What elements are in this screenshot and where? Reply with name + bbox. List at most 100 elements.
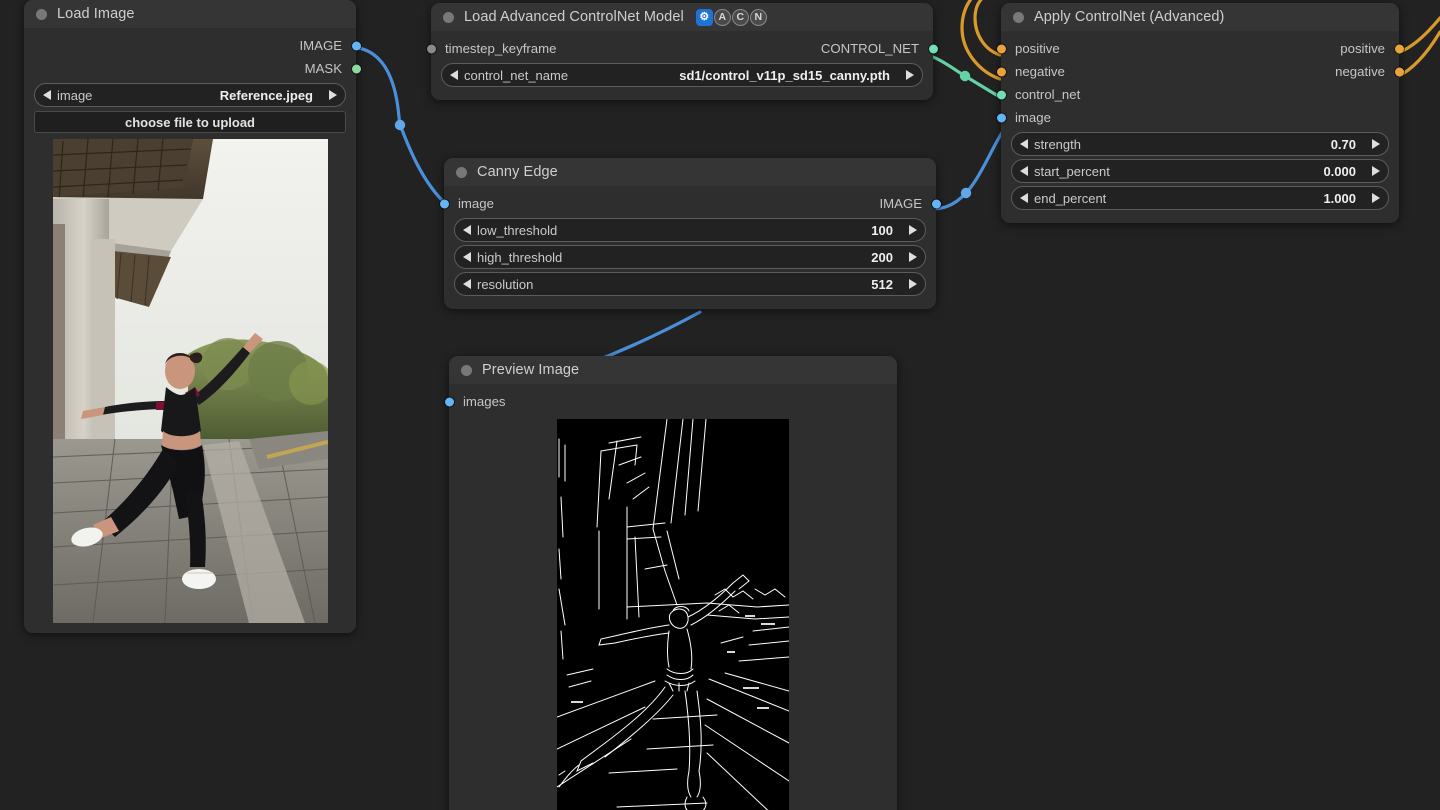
slot-label: CONTROL_NET [820, 41, 919, 56]
chevron-left-icon[interactable] [1020, 139, 1028, 149]
chevron-right-icon[interactable] [1372, 166, 1380, 176]
slot-row-image[interactable]: image [996, 106, 1399, 129]
collapse-icon[interactable] [456, 166, 467, 178]
slot-row-timestep-controlnet[interactable]: timestep_keyframe CONTROL_NET [426, 37, 938, 60]
widget-strength[interactable]: strength 0.70 [1011, 132, 1389, 156]
widget-value: sd1/control_v11p_sd15_canny.pth [679, 67, 890, 83]
slot-dot-control-net-in[interactable] [996, 90, 1006, 99]
widget-end-percent[interactable]: end_percent 1.000 [1011, 186, 1389, 210]
widget-label: high_threshold [477, 249, 563, 265]
node-canny-edge[interactable]: Canny Edge image IMAGE low_threshold 100… [439, 158, 941, 309]
slot-dot-image-in[interactable] [996, 113, 1006, 122]
widget-high-threshold[interactable]: high_threshold 200 [454, 245, 926, 269]
slot-dot-image-in[interactable] [439, 199, 449, 208]
widget-label: low_threshold [477, 222, 558, 238]
node-header[interactable]: Preview Image [449, 356, 897, 384]
slot-label: positive [1015, 41, 1060, 56]
wire-midpoint-dot [960, 187, 972, 199]
node-apply-controlnet-advanced[interactable]: Apply ControlNet (Advanced) positive pos… [996, 3, 1404, 223]
badge-c-icon: C [731, 8, 749, 26]
chevron-right-icon[interactable] [909, 225, 917, 235]
collapse-icon[interactable] [36, 8, 47, 20]
node-preview-image[interactable]: Preview Image images [444, 356, 897, 810]
chevron-right-icon[interactable] [1372, 193, 1380, 203]
widget-label: end_percent [1034, 190, 1107, 206]
widget-value: 0.000 [1323, 163, 1356, 179]
slot-row-negative[interactable]: negative negative [996, 60, 1404, 83]
node-body: IMAGE MASK image Reference.jpeg choose f… [24, 28, 361, 633]
acn-logo-icon: ⚙ [695, 8, 713, 26]
chevron-right-icon[interactable] [329, 90, 337, 100]
slot-dot-negative-out[interactable] [1394, 67, 1404, 76]
slot-dot-control-net[interactable] [928, 44, 938, 53]
slot-label: image [1015, 110, 1051, 125]
slot-label: images [463, 394, 506, 409]
widget-image-combo[interactable]: image Reference.jpeg [34, 83, 346, 107]
node-header[interactable]: Load Image [24, 0, 356, 28]
slot-label: IMAGE [299, 38, 343, 53]
slot-label: positive [1340, 41, 1385, 56]
node-title: Load Image [57, 6, 135, 22]
chevron-right-icon[interactable] [906, 70, 914, 80]
node-title: Canny Edge [477, 164, 558, 180]
slot-dot-image[interactable] [351, 41, 361, 50]
slot-dot-images-in[interactable] [444, 397, 454, 406]
slot-row-control-net[interactable]: control_net [996, 83, 1399, 106]
wire-negative-in [960, 0, 1002, 81]
image-preview-dancer[interactable] [52, 139, 328, 623]
chevron-left-icon[interactable] [43, 90, 51, 100]
slot-label: IMAGE [879, 196, 923, 211]
slot-label: negative [1015, 64, 1065, 79]
slot-dot-image-out[interactable] [931, 199, 941, 208]
node-load-image[interactable]: Load Image IMAGE MASK image Reference.jp… [24, 0, 361, 633]
node-header[interactable]: Apply ControlNet (Advanced) [1001, 3, 1399, 31]
widget-label: control_net_name [464, 67, 569, 83]
choose-file-to-upload-button[interactable]: choose file to upload [34, 111, 346, 133]
slot-dot-mask[interactable] [351, 64, 361, 73]
output-slot-image[interactable]: IMAGE [24, 34, 361, 57]
node-title: Preview Image [482, 362, 580, 378]
widget-label: strength [1034, 136, 1081, 152]
slot-dot-positive-out[interactable] [1394, 44, 1404, 53]
slot-label: image [458, 196, 494, 211]
slot-row-images[interactable]: images [444, 390, 897, 413]
widget-start-percent[interactable]: start_percent 0.000 [1011, 159, 1389, 183]
widget-label: resolution [477, 276, 534, 292]
slot-label: timestep_keyframe [445, 41, 557, 56]
collapse-icon[interactable] [461, 364, 472, 376]
chevron-left-icon[interactable] [463, 225, 471, 235]
chevron-right-icon[interactable] [909, 252, 917, 262]
chevron-left-icon[interactable] [450, 70, 458, 80]
wire-midpoint-dot [394, 119, 406, 131]
chevron-right-icon[interactable] [909, 279, 917, 289]
slot-row-canny-io[interactable]: image IMAGE [439, 192, 941, 215]
node-body: image IMAGE low_threshold 100 high_thres… [439, 186, 941, 309]
slot-row-positive[interactable]: positive positive [996, 37, 1404, 60]
node-graph-canvas[interactable]: Load Image IMAGE MASK image Reference.jp… [0, 0, 1440, 810]
badge-n-icon: N [749, 8, 767, 26]
output-slot-mask[interactable]: MASK [24, 57, 361, 80]
chevron-left-icon[interactable] [1020, 166, 1028, 176]
slot-label: MASK [304, 61, 342, 76]
node-title: Load Advanced ControlNet Model [464, 9, 684, 25]
widget-label: start_percent [1034, 163, 1110, 179]
widget-control-net-name[interactable]: control_net_name sd1/control_v11p_sd15_c… [441, 63, 923, 87]
chevron-left-icon[interactable] [1020, 193, 1028, 203]
node-header[interactable]: Load Advanced ControlNet Model ⚙ A C N [431, 3, 933, 31]
node-header[interactable]: Canny Edge [444, 158, 936, 186]
chevron-left-icon[interactable] [463, 252, 471, 262]
widget-low-threshold[interactable]: low_threshold 100 [454, 218, 926, 242]
slot-dot-negative-in[interactable] [996, 67, 1006, 76]
image-preview-canny-output[interactable] [557, 419, 789, 810]
collapse-icon[interactable] [443, 11, 454, 23]
node-body: images [444, 384, 897, 810]
widget-resolution[interactable]: resolution 512 [454, 272, 926, 296]
widget-value: 0.70 [1330, 136, 1356, 152]
slot-dot-positive-in[interactable] [996, 44, 1006, 53]
chevron-right-icon[interactable] [1372, 139, 1380, 149]
chevron-left-icon[interactable] [463, 279, 471, 289]
node-badges: ⚙ A C N [695, 8, 767, 26]
collapse-icon[interactable] [1013, 11, 1024, 23]
node-load-advanced-controlnet-model[interactable]: Load Advanced ControlNet Model ⚙ A C N t… [426, 3, 938, 100]
slot-dot-timestep-keyframe[interactable] [426, 44, 436, 53]
